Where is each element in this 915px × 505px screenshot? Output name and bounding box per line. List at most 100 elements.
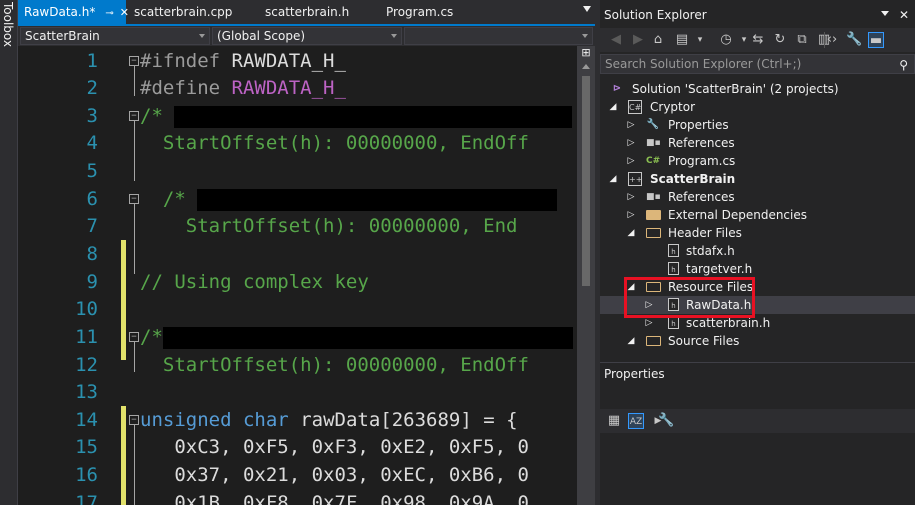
line-number-gutter: 1 2 3 4 5 6 7 8 9 10 11 12 13 14 15 16 1… [18, 46, 122, 505]
tree-item-cryptor[interactable]: ◢ C# Cryptor [600, 98, 915, 116]
hex-values: 0xC3, 0xF5, 0xF3, 0xE2, 0xF5, 0 [174, 436, 529, 458]
alphabetical-sort-icon[interactable]: AZ [628, 413, 644, 429]
code-line-1: #ifndef RAWDATA_H_ [140, 50, 346, 72]
split-window-icon[interactable]: ⊞ [580, 47, 592, 58]
tree-item-properties[interactable]: ▷ 🔧 Properties [600, 116, 915, 134]
toolbox-label[interactable]: Toolbox [1, 2, 15, 47]
home-icon[interactable]: ⌂ [650, 32, 666, 48]
view-code-icon[interactable]: ‹› [824, 32, 840, 48]
tab-overflow-chevron-icon[interactable] [583, 6, 591, 12]
collapsed-triangle-icon[interactable]: ▷ [626, 206, 636, 224]
tree-item-solution[interactable]: ⊳ Solution 'ScatterBrain' (2 projects) [600, 80, 915, 98]
window-position-dropdown-icon[interactable] [881, 11, 889, 16]
redaction-block [162, 326, 573, 349]
tree-item-label: Properties [668, 118, 729, 132]
tree-item-external-dependencies[interactable]: ▷ External Dependencies [600, 206, 915, 224]
tree-item-label: References [668, 190, 735, 204]
tab-label: scatterbrain.h [265, 5, 350, 19]
collapse-icon[interactable]: − [129, 111, 139, 121]
line-number: 13 [75, 381, 98, 403]
expanded-triangle-icon[interactable]: ◢ [626, 332, 636, 350]
line-number: 6 [86, 188, 98, 210]
collapse-all-icon[interactable]: ⧉ [794, 32, 810, 48]
chevron-down-icon [199, 34, 205, 38]
member-dropdown[interactable] [404, 27, 593, 45]
tree-item-references[interactable]: ▷ ■▪ References [600, 188, 915, 206]
tree-item-references[interactable]: ▷ ■▪ References [600, 134, 915, 152]
tab-rawdata-h[interactable]: RawData.h* ⊸ ✕ [18, 0, 129, 24]
collapse-icon[interactable]: − [129, 194, 139, 204]
tree-item-targetver-h[interactable]: h targetver.h [600, 260, 915, 278]
tree-item-program-cs[interactable]: ▷ C# Program.cs [600, 152, 915, 170]
fold-guide-line [134, 425, 135, 505]
property-pages-wrench-icon[interactable]: 🔧 [658, 413, 674, 429]
line-number: 15 [75, 436, 98, 458]
switch-views-icon[interactable]: ▤ [674, 32, 690, 48]
toolbox-strip[interactable]: Toolbox [0, 0, 18, 505]
preview-selected-items-icon[interactable]: ▬ [868, 32, 884, 48]
chevron-down-icon[interactable]: ▾ [692, 32, 708, 48]
collapsed-triangle-icon[interactable]: ▷ [626, 188, 636, 206]
open-folder-icon [646, 228, 661, 238]
properties-panel: Properties ▦ AZ ▶ 🔧 [600, 362, 915, 505]
collapsed-triangle-icon[interactable]: ▷ [626, 116, 636, 134]
back-icon[interactable]: ◀ [608, 32, 624, 48]
pin-icon[interactable]: ⊸ [105, 8, 113, 19]
close-icon[interactable]: ✕ [899, 5, 909, 25]
collapsed-triangle-icon[interactable]: ▷ [626, 152, 636, 170]
tree-item-stdafx-h[interactable]: h stdafx.h [600, 242, 915, 260]
code-area[interactable]: 1 2 3 4 5 6 7 8 9 10 11 12 13 14 15 16 1… [18, 46, 595, 505]
tree-item-header-files[interactable]: ◢ Header Files [600, 224, 915, 242]
tab-scatterbrain-cpp[interactable]: scatterbrain.cpp [128, 0, 238, 24]
tab-label: RawData.h* [24, 5, 96, 19]
refresh-icon[interactable]: ↻ [772, 32, 788, 48]
collapse-icon[interactable]: − [129, 56, 139, 66]
categorized-icon[interactable]: ▦ [606, 413, 622, 429]
tree-item-scatterbrain[interactable]: ◢ ++ ScatterBrain [600, 170, 915, 188]
references-icon: ■▪ [646, 138, 661, 148]
comment-open: /* [140, 326, 163, 348]
expanded-triangle-icon[interactable]: ◢ [608, 170, 618, 188]
line-number: 1 [86, 50, 98, 72]
comment-open: /* [162, 188, 186, 210]
scope-dropdown[interactable]: (Global Scope) [212, 27, 402, 45]
header-file-icon: h [668, 262, 679, 275]
comment-text: // Using complex key [140, 271, 369, 293]
solution-explorer-search-input[interactable]: Search Solution Explorer (Ctrl+;) ⚲ [600, 54, 915, 74]
scroll-up-arrow-icon[interactable] [582, 64, 590, 69]
expanded-triangle-icon[interactable]: ◢ [626, 224, 636, 242]
tree-item-label: External Dependencies [668, 208, 808, 222]
macro-name: RAWDATA_H_ [231, 50, 346, 72]
line-number: 16 [75, 464, 98, 486]
pending-changes-filter-icon[interactable]: ◷ [718, 32, 734, 48]
visual-studio-solution-icon: ⊳ [612, 83, 622, 94]
collapse-icon[interactable]: − [129, 332, 139, 342]
project-dropdown[interactable]: ScatterBrain [20, 27, 210, 45]
line-number: 17 [75, 492, 98, 505]
hex-values: 0x1B, 0xF8, 0x7F, 0x98, 0x9A, 0 [174, 492, 529, 505]
line-number: 11 [75, 326, 98, 348]
solution-explorer-title-bar: Solution Explorer ✕ [600, 5, 915, 25]
code-line-16: 0x37, 0x21, 0x03, 0xEC, 0xB6, 0 [140, 464, 529, 486]
change-indicator-bar [121, 240, 126, 360]
change-indicator-bar [121, 406, 126, 505]
search-icon[interactable]: ⚲ [899, 56, 908, 74]
properties-wrench-icon[interactable]: 🔧 [846, 32, 862, 48]
line-number: 5 [86, 160, 98, 182]
scope-dropdown-value: (Global Scope) [217, 29, 306, 43]
collapsed-triangle-icon[interactable]: ▷ [626, 134, 636, 152]
code-line-15: 0xC3, 0xF5, 0xF3, 0xE2, 0xF5, 0 [140, 436, 529, 458]
code-line-7: StartOffset(h): 00000000, End [140, 215, 518, 237]
collapse-icon[interactable]: − [129, 415, 139, 425]
tab-program-cs[interactable]: Program.cs [380, 0, 459, 24]
sync-with-document-icon[interactable]: ⇆ [750, 32, 766, 48]
fold-guide-line [134, 121, 135, 181]
red-highlight-box [624, 277, 755, 318]
forward-icon[interactable]: ▶ [630, 32, 646, 48]
tree-item-label: Program.cs [668, 154, 736, 168]
editor-vertical-scrollbar[interactable]: ⊞ [577, 46, 595, 505]
tree-item-source-files[interactable]: ◢ Source Files [600, 332, 915, 350]
tab-scatterbrain-h[interactable]: scatterbrain.h [259, 0, 355, 24]
expanded-triangle-icon[interactable]: ◢ [608, 98, 618, 116]
scrollbar-thumb[interactable] [582, 76, 590, 286]
